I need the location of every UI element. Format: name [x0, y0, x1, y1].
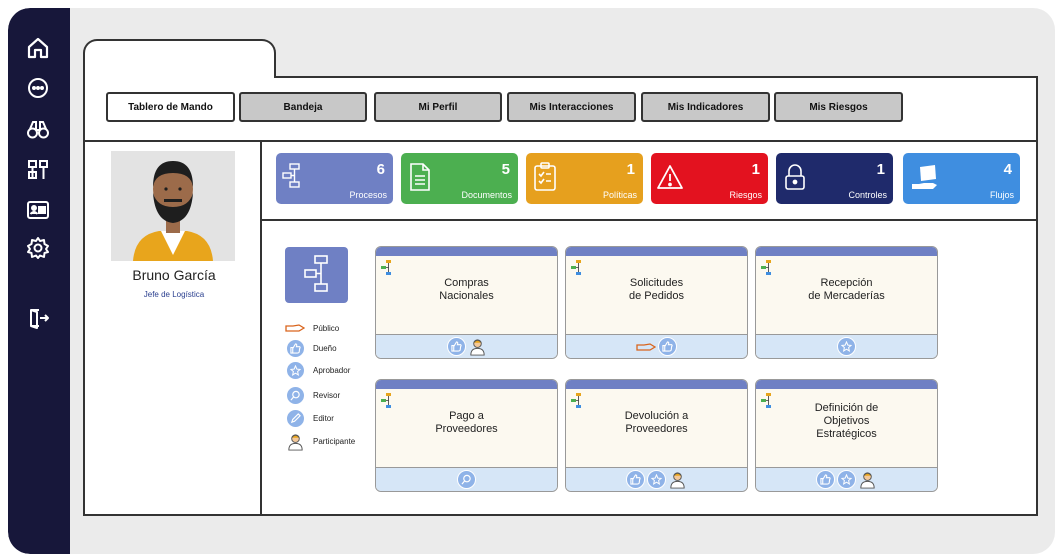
kpi-riesgos[interactable]: 1 Riesgos [651, 153, 768, 204]
person-icon [670, 472, 685, 489]
process-icon-large [285, 247, 348, 303]
magnifier-icon [285, 385, 305, 405]
thumbs-up-icon [658, 337, 677, 356]
avatar [111, 151, 235, 261]
process-title: Definición de Objetivos Estratégicos [814, 402, 879, 440]
star-icon [837, 337, 856, 356]
legend-label: Editor [313, 413, 334, 423]
flowchart-mini-icon [571, 393, 581, 408]
flowchart-icon [282, 163, 300, 188]
star-icon [837, 470, 856, 489]
legend-item-aprobador: Aprobador [285, 360, 351, 380]
process-title: Pago a Proveedores [435, 410, 498, 435]
clipboard-icon [534, 162, 556, 191]
kpi-label: Controles [848, 190, 887, 200]
star-icon [647, 470, 666, 489]
settings-icon[interactable] [22, 234, 54, 262]
process-card[interactable]: Devolución a Proveedores [565, 379, 748, 492]
divider [260, 140, 262, 516]
process-title: Devolución a Proveedores [624, 410, 689, 435]
legend-item-revisor: Revisor [285, 385, 341, 405]
tab-mi-perfil[interactable]: Mi Perfil [374, 92, 502, 122]
tab-mis-indicadores[interactable]: Mis Indicadores [641, 92, 770, 122]
kpi-procesos[interactable]: 6 Procesos [276, 153, 393, 204]
profile-role: Jefe de Logística [143, 290, 205, 299]
person-icon [860, 472, 875, 489]
hand-public-icon [636, 342, 656, 351]
legend-label: Participante [313, 436, 356, 446]
tab-bandeja[interactable]: Bandeja [239, 92, 367, 122]
process-title: Solicitudes de Pedidos [628, 277, 685, 302]
flowchart-mini-icon [381, 393, 391, 408]
kpi-count: 1 [626, 161, 635, 178]
process-roles [566, 334, 747, 358]
profile-name: Bruno García [132, 267, 216, 283]
thumbs-up-icon [446, 337, 466, 356]
legend-label: Público [313, 323, 340, 333]
kpi-count: 6 [376, 161, 385, 178]
process-card[interactable]: Definición de Objetivos Estratégicos [755, 379, 938, 492]
legend-item-dueno: Dueño [285, 338, 337, 358]
tab-mis-riesgos[interactable]: Mis Riesgos [774, 92, 903, 122]
id-card-icon[interactable] [22, 196, 54, 224]
legend-item-editor: Editor [285, 408, 334, 428]
tab-tablero-de-mando[interactable]: Tablero de Mando [106, 92, 235, 122]
kpi-count: 1 [751, 161, 760, 178]
divider [260, 219, 1038, 221]
kpi-label: Documentos [461, 190, 512, 200]
process-card[interactable]: Solicitudes de Pedidos [565, 246, 748, 359]
kpi-label: Riesgos [729, 190, 762, 200]
person-icon [469, 339, 485, 356]
tab-mis-interacciones[interactable]: Mis Interacciones [507, 92, 636, 122]
process-roles [376, 334, 557, 358]
legend-item-publico: Público [285, 319, 339, 337]
kpi-count: 4 [1003, 161, 1012, 178]
kpi-controles[interactable]: 1 Controles [776, 153, 893, 204]
kpi-politicas[interactable]: 1 Políticas [526, 153, 643, 204]
thumbs-up-icon [626, 470, 645, 489]
thumbs-up-icon [816, 470, 835, 489]
home-icon[interactable] [22, 34, 54, 62]
kpi-label: Flujos [989, 190, 1014, 200]
person-icon [285, 432, 305, 451]
kpi-documentos[interactable]: 5 Documentos [401, 153, 518, 204]
warning-icon [657, 165, 683, 189]
binoculars-icon[interactable] [22, 116, 54, 144]
kpi-label: Procesos [349, 190, 387, 200]
legend-item-participante: Participante [285, 432, 356, 451]
process-card[interactable]: Recepción de Mercaderías [755, 246, 938, 359]
kpi-label: Políticas [602, 190, 637, 200]
thumbs-up-icon [285, 338, 305, 358]
kpi-count: 5 [501, 161, 510, 178]
kpi-flujos[interactable]: 4 Flujos [903, 153, 1020, 204]
divider [83, 140, 1038, 142]
process-title: Compras Nacionales [439, 277, 494, 302]
sidebar [8, 8, 70, 554]
process-card[interactable]: Compras Nacionales [375, 246, 558, 359]
star-icon [285, 360, 305, 380]
flowchart-mini-icon [571, 260, 581, 275]
legend-label: Revisor [313, 390, 341, 400]
process-roles [756, 334, 937, 358]
hand-public-icon [285, 319, 305, 337]
pencil-icon [285, 408, 305, 428]
kpi-count: 1 [876, 161, 885, 178]
process-roles [756, 467, 937, 491]
logout-icon[interactable] [22, 304, 54, 332]
legend-label: Aprobador [313, 365, 351, 375]
document-icon [410, 163, 430, 191]
hand-icon [912, 165, 937, 189]
flowchart-mini-icon [761, 260, 771, 275]
workflow-icon[interactable] [22, 156, 54, 184]
padlock-icon [785, 164, 805, 190]
process-card[interactable]: Pago a Proveedores [375, 379, 558, 492]
legend-label: Dueño [313, 343, 337, 353]
process-roles [376, 467, 557, 491]
flowchart-mini-icon [381, 260, 391, 275]
process-roles [566, 467, 747, 491]
magnifier-icon [457, 470, 476, 489]
process-title: Recepción de Mercaderías [808, 277, 885, 302]
more-icon[interactable] [22, 74, 54, 102]
